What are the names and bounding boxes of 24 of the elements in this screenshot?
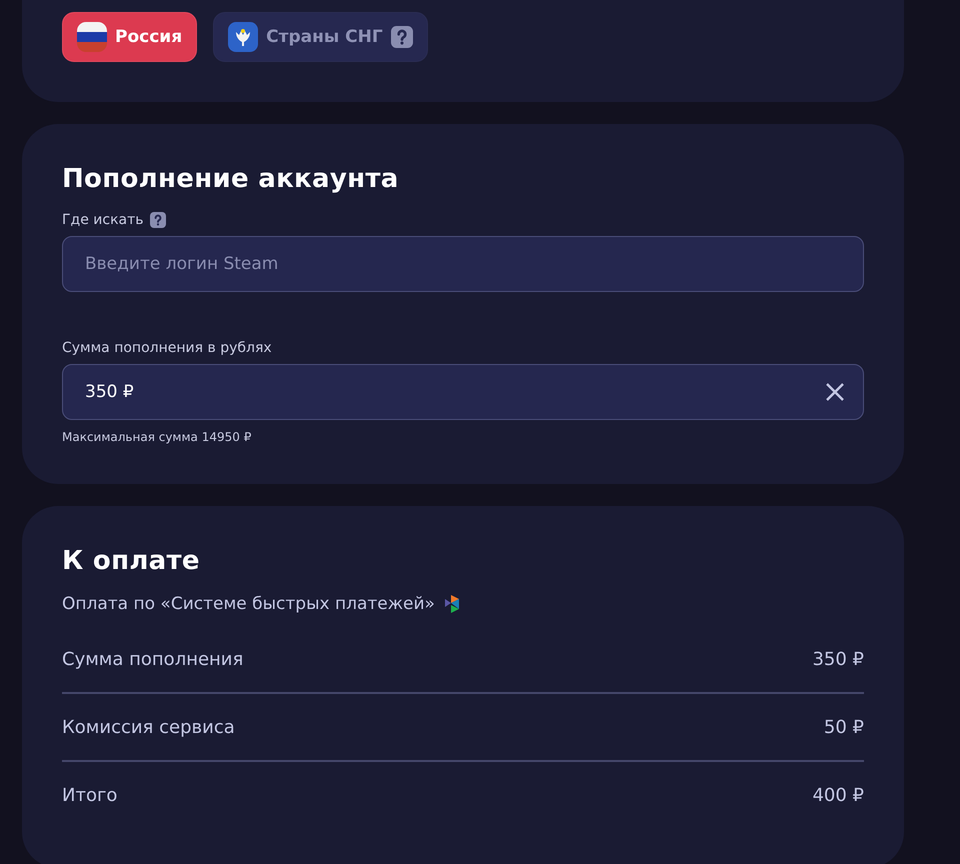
summary-label: Комиссия сервиса [62,716,235,738]
amount-input[interactable]: 350 ₽ [83,381,825,403]
help-icon[interactable] [150,212,166,228]
field-label: Сумма пополнения в рублях [62,340,272,356]
help-icon[interactable] [390,26,413,48]
amount-field[interactable]: 350 ₽ [62,364,864,420]
clear-button[interactable] [825,382,845,402]
payment-method-text: Оплата по «Системе быстрых платежей» [62,594,435,614]
summary-label: Итого [62,784,118,806]
sbp-logo-icon [442,594,461,614]
region-tab[interactable]: Россия [62,12,198,62]
summary-value: 400 ₽ [812,784,864,806]
max-amount-hint: Максимальная сумма 14950 ₽ [62,430,252,444]
section-title: К оплате [62,546,201,576]
summary-value: 50 ₽ [824,716,864,738]
region-tab[interactable]: Страны СНГ [213,12,428,62]
flag-icon [77,22,107,52]
summary-value: 350 ₽ [812,648,864,670]
login-input[interactable]: Введите логин Steam [83,253,845,275]
emblem-icon [228,22,258,52]
summary-label: Сумма пополнения [62,648,244,670]
section-title: Пополнение аккаунта [62,164,400,194]
field-label: Где искать [62,212,144,228]
login-field[interactable]: Введите логин Steam [62,236,864,292]
